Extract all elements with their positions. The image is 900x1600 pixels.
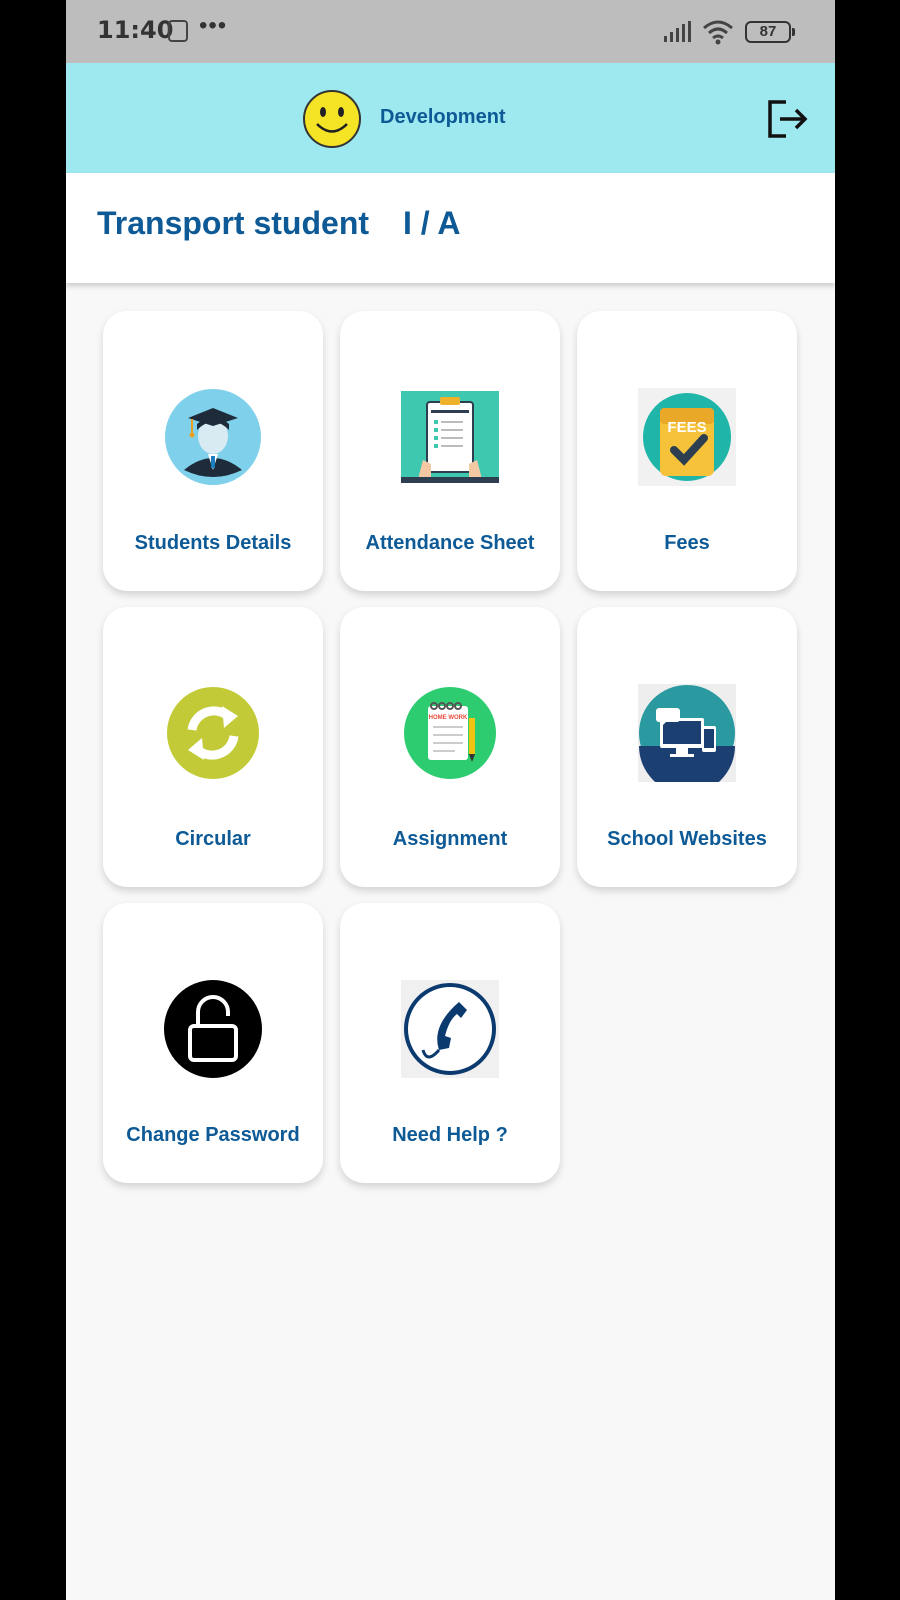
app-header: Development [66,63,835,173]
smiley-logo-icon [303,90,361,148]
tile-need-help[interactable]: Need Help ? [340,903,560,1183]
status-bar: 11:40 ••• 87 [66,0,835,63]
fees-icon: FEES [638,388,736,486]
sim-icon [168,20,188,42]
tile-assignment[interactable]: HOME WORK Assignment [340,607,560,887]
tile-label: Fees [664,532,710,554]
title-bar: Transport student I / A [66,173,835,283]
signal-icon [664,21,691,42]
tile-label: School Websites [607,828,767,850]
wifi-icon [703,20,733,45]
phone-icon [401,980,499,1078]
tile-label: Attendance Sheet [365,532,535,554]
refresh-circular-icon [167,687,259,779]
homework-notepad-icon: HOME WORK [404,687,496,779]
logout-icon[interactable] [766,98,808,140]
app-screen: 11:40 ••• 87 Development Transport stude… [66,0,835,1600]
tile-change-password[interactable]: Change Password [103,903,323,1183]
status-dots: ••• [199,12,228,39]
status-time: 11:40 [97,16,174,44]
attendance-clipboard-icon [401,391,499,483]
page-title: Transport student [97,205,370,241]
tile-label: Need Help ? [392,1124,508,1146]
battery-icon: 87 [745,21,795,43]
tile-label: Assignment [392,828,508,850]
tile-school-websites[interactable]: School Websites [577,607,797,887]
app-name: Development [380,106,506,128]
class-section: I / A [403,205,461,241]
graduate-icon [165,389,261,485]
tile-label: Circular [175,828,251,850]
unlock-icon [164,980,262,1078]
tile-fees[interactable]: FEES Fees [577,311,797,591]
tile-attendance-sheet[interactable]: Attendance Sheet [340,311,560,591]
tile-label: Students Details [134,532,292,554]
tile-circular[interactable]: Circular [103,607,323,887]
svg-text:HOME WORK: HOME WORK [429,715,468,721]
tile-label: Change Password [126,1124,300,1146]
tile-students-details[interactable]: Students Details [103,311,323,591]
svg-text:FEES: FEES [667,419,706,436]
devices-icon [638,684,736,782]
